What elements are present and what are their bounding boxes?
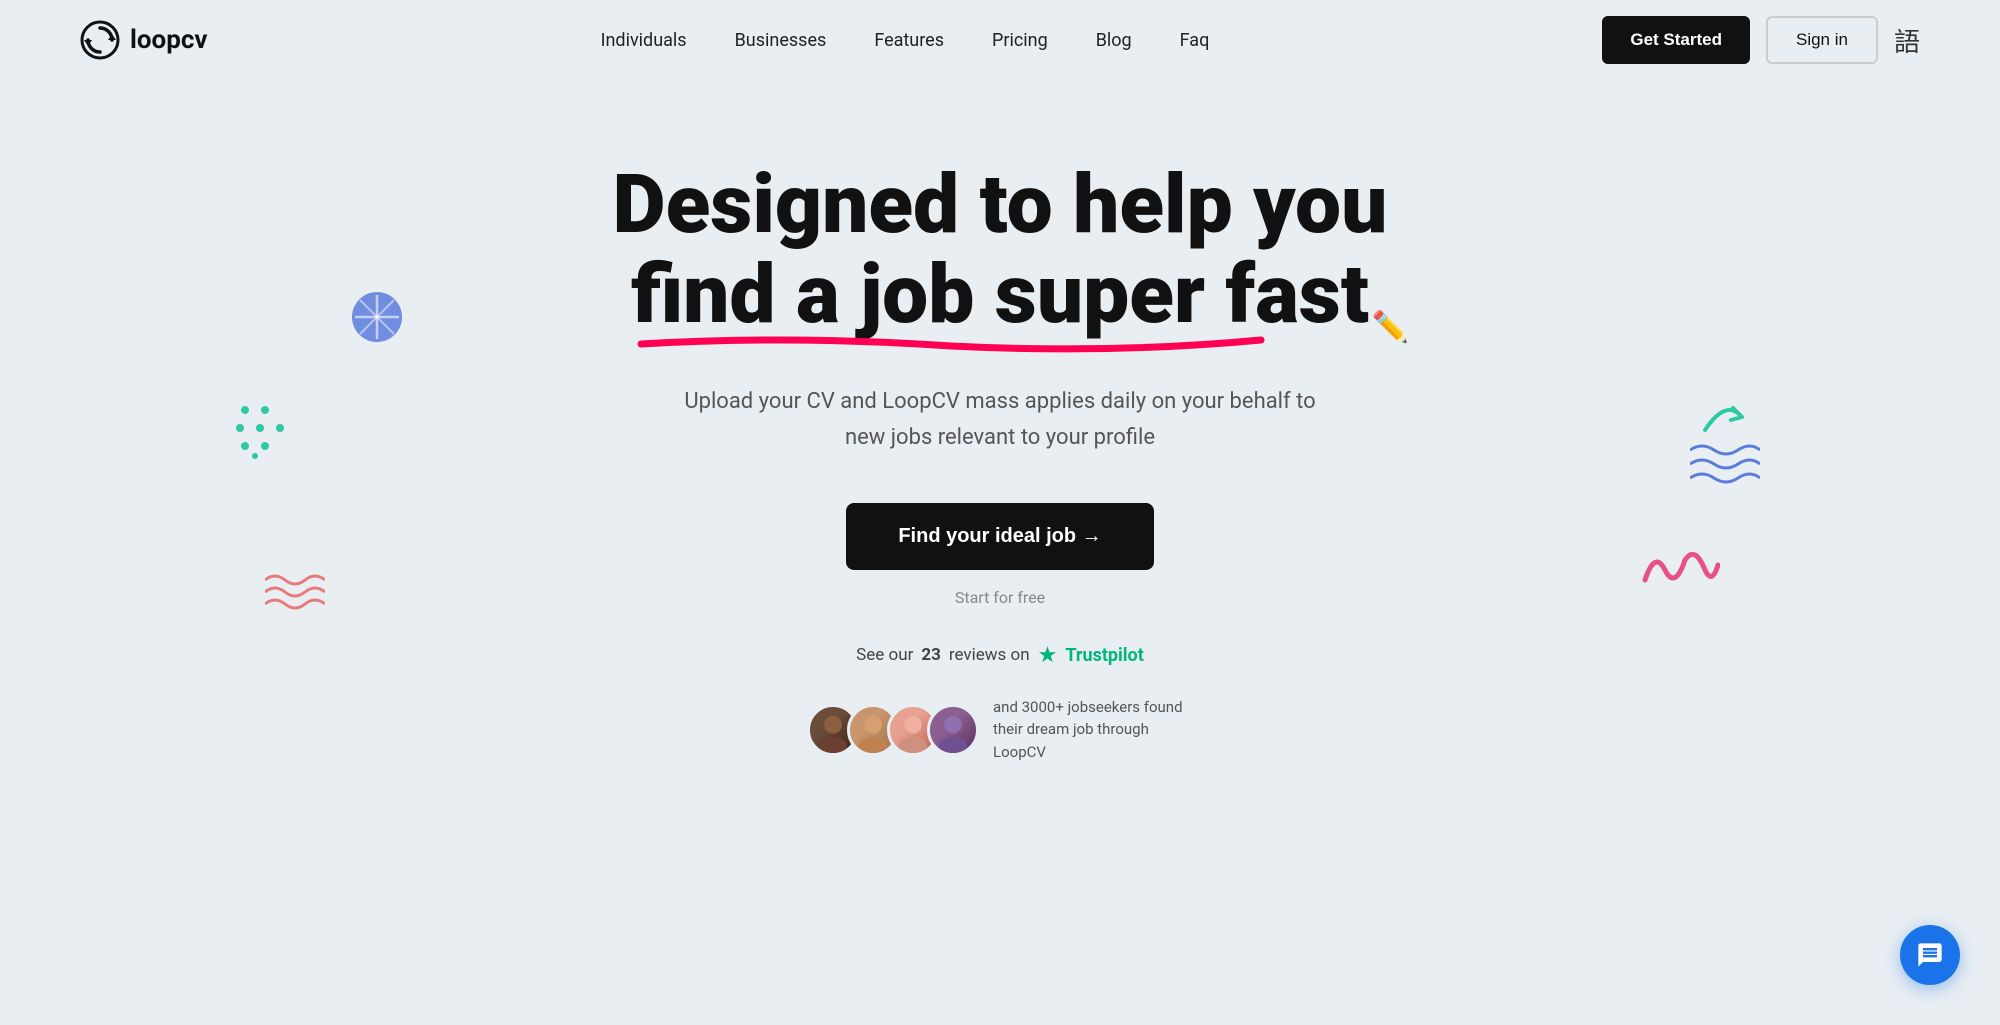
start-free-text: Start for free — [955, 588, 1045, 607]
pencil-icon: ✏️ — [1372, 311, 1409, 344]
trustpilot-star-icon: ★ — [1038, 643, 1058, 668]
deco-dots-green — [235, 400, 285, 464]
chat-bubble-button[interactable] — [1900, 925, 1960, 985]
find-job-button[interactable]: Find your ideal job → — [846, 503, 1153, 570]
nav-item-individuals[interactable]: Individuals — [601, 30, 687, 51]
deco-scribble-pink — [1640, 540, 1720, 604]
nav-item-features[interactable]: Features — [874, 30, 944, 51]
users-row: and 3000+ jobseekers found their dream j… — [807, 696, 1193, 764]
nav-actions: Get Started Sign in 語 — [1602, 16, 1920, 64]
deco-waves-pink — [265, 570, 325, 614]
hero-title: Designed to help you find a job super fa… — [613, 160, 1388, 354]
hero-subtitle: Upload your CV and LoopCV mass applies d… — [680, 384, 1320, 454]
trustpilot-count: 23 — [921, 645, 941, 665]
hero-title-line2: find a job super fast ✏️ — [631, 250, 1369, 354]
trustpilot-row: See our 23 reviews on ★ Trustpilot — [856, 643, 1144, 668]
navbar: loopcv Individuals Businesses Features P… — [0, 0, 2000, 80]
get-started-button[interactable]: Get Started — [1602, 16, 1750, 64]
logo-text: loopcv — [130, 25, 208, 55]
logo[interactable]: loopcv — [80, 20, 208, 60]
deco-waves-blue — [1690, 440, 1760, 494]
trustpilot-reviews-text: reviews on — [949, 645, 1030, 665]
deco-circle-blue — [350, 290, 405, 349]
hero-section: Designed to help you find a job super fa… — [0, 80, 2000, 823]
chat-icon — [1916, 941, 1944, 969]
nav-item-blog[interactable]: Blog — [1096, 30, 1132, 51]
trustpilot-logo[interactable]: Trustpilot — [1065, 645, 1143, 666]
nav-item-pricing[interactable]: Pricing — [992, 30, 1048, 51]
avatar-group — [807, 704, 979, 756]
sign-in-button[interactable]: Sign in — [1766, 16, 1878, 64]
avatar-4 — [927, 704, 979, 756]
deco-arrow-teal — [1695, 390, 1750, 449]
hero-title-line1: Designed to help you — [613, 157, 1388, 253]
nav-item-faq[interactable]: Faq — [1180, 30, 1210, 51]
users-text: and 3000+ jobseekers found their dream j… — [993, 696, 1193, 764]
logo-icon — [80, 20, 120, 60]
language-icon[interactable]: 語 — [1894, 22, 1920, 59]
nav-item-businesses[interactable]: Businesses — [735, 30, 827, 51]
nav-links: Individuals Businesses Features Pricing … — [601, 30, 1210, 51]
trustpilot-see-text: See our — [856, 645, 913, 665]
